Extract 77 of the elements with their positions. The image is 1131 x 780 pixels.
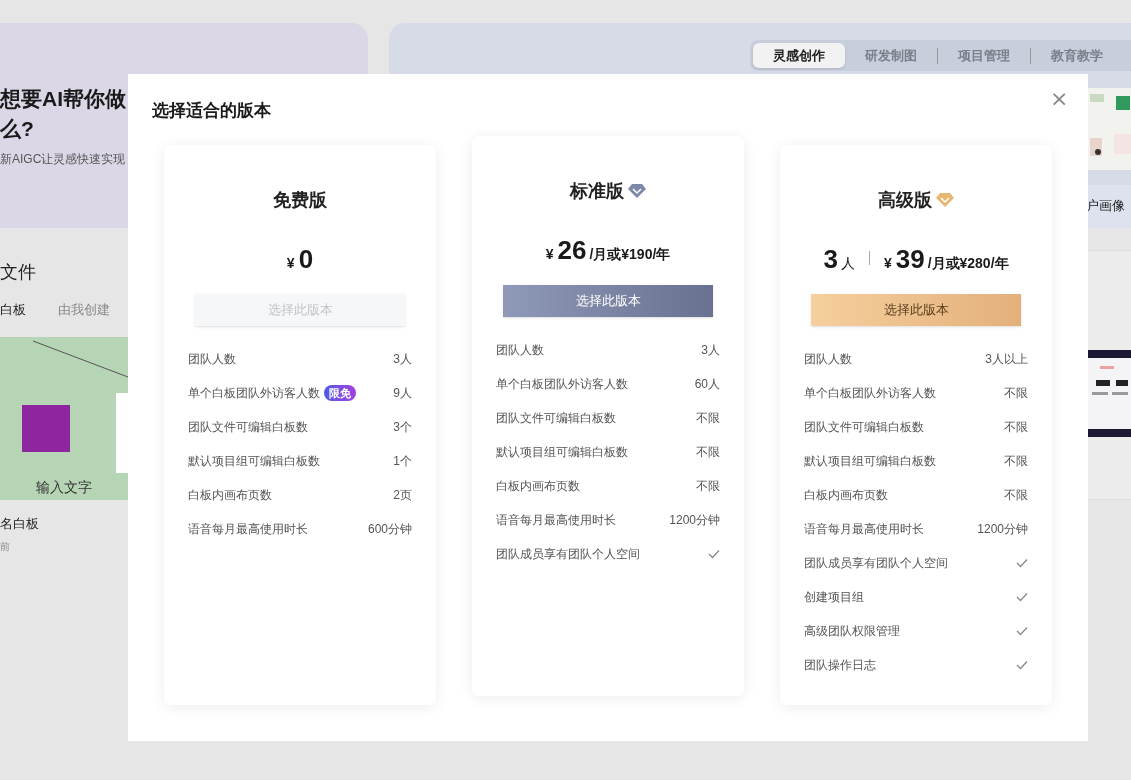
feature-value: 1个 — [393, 453, 412, 470]
feature-label: 团队成员享有团队个人空间 — [496, 546, 640, 563]
feature-value: 不限 — [1004, 453, 1028, 470]
board-name: 名白板 — [0, 515, 39, 533]
template-tab[interactable]: 灵感创作 — [753, 43, 845, 68]
feature-label: 默认项目组可编辑白板数 — [804, 453, 936, 470]
price-period: /月或¥190/年 — [589, 245, 671, 264]
feature-value: 不限 — [1004, 487, 1028, 504]
feature-label: 语音每月最高使用时长 — [188, 521, 308, 538]
feature-label: 默认项目组可编辑白板数 — [188, 453, 320, 470]
feature-value: 9人 — [393, 385, 412, 402]
diamond-icon — [628, 183, 646, 199]
feature-label: 语音每月最高使用时长 — [804, 521, 924, 538]
board-thumbnail[interactable]: 输入文字 — [0, 337, 128, 500]
plan-name: 高级版 — [878, 188, 932, 212]
feature-label: 团队人数 — [188, 351, 236, 368]
currency-sign: ¥ — [545, 245, 554, 264]
feature-value: 不限 — [696, 478, 720, 495]
feature-value: 1200分钟 — [977, 521, 1028, 538]
canvas-shape — [22, 405, 70, 452]
feature-value: 3人 — [701, 342, 720, 359]
feature-label: 团队文件可编辑白板数 — [804, 419, 924, 436]
feature-label: 白板内画布页数 — [496, 478, 580, 495]
feature-value: 60人 — [694, 376, 720, 393]
seat-count: 3 — [823, 243, 838, 276]
template-tab[interactable]: 项目管理 — [938, 43, 1030, 68]
template-tab[interactable]: 研发制图 — [845, 43, 937, 68]
feature-label: 白板内画布页数 — [804, 487, 888, 504]
banner-title: 么? — [0, 116, 35, 142]
feature-value: 不限 — [696, 444, 720, 461]
feature-label: 团队成员享有团队个人空间 — [804, 555, 948, 572]
feature-label: 高级团队权限管理 — [804, 623, 900, 640]
price-amount: 39 — [895, 243, 925, 276]
price-amount: 0 — [298, 243, 314, 276]
feature-value: 不限 — [1004, 385, 1028, 402]
filter-tab[interactable]: 由我创建 — [58, 300, 110, 320]
feature-label: 团队人数 — [804, 351, 852, 368]
feature-value: 3人 — [393, 351, 412, 368]
feature-label: 白板内画布页数 — [188, 487, 272, 504]
board-time: 前 — [0, 540, 10, 554]
feature-label: 团队文件可编辑白板数 — [496, 410, 616, 427]
promo-badge: 限免 — [324, 385, 356, 401]
feature-label: 团队人数 — [496, 342, 544, 359]
seat-unit: 人 — [840, 254, 855, 273]
section-heading: 文件 — [0, 261, 36, 284]
feature-label: 语音每月最高使用时长 — [496, 512, 616, 529]
plan-name: 免费版 — [273, 188, 327, 212]
dialog-title: 选择适合的版本 — [152, 100, 271, 122]
feature-label: 单个白板团队外访客人数 — [804, 385, 936, 402]
feature-value: 3个 — [393, 419, 412, 436]
banner-title: 想要AI帮你做 — [0, 86, 126, 112]
diamond-icon — [936, 192, 954, 208]
feature-label: 团队操作日志 — [804, 657, 876, 674]
feature-value: 600分钟 — [367, 521, 412, 538]
feature-label: 单个白板团队外访客人数 — [188, 385, 320, 402]
price-period: /月或¥280/年 — [927, 254, 1009, 273]
currency-sign: ¥ — [286, 254, 295, 273]
banner-subtitle: 新AIGC让灵感快速实现 — [0, 151, 126, 168]
plan-name: 标准版 — [570, 179, 624, 203]
canvas-text: 输入文字 — [36, 478, 92, 497]
template-tab[interactable]: 教育教学 — [1031, 43, 1123, 68]
currency-sign: ¥ — [883, 254, 892, 273]
feature-label: 默认项目组可编辑白板数 — [496, 444, 628, 461]
feature-label: 团队文件可编辑白板数 — [188, 419, 308, 436]
close-button[interactable]: × — [1050, 88, 1069, 110]
filter-tab[interactable]: 白板 — [0, 300, 26, 320]
select-plan-button[interactable]: 选择此版本 — [811, 294, 1021, 326]
feature-value: 不限 — [1004, 419, 1028, 436]
feature-value: 2页 — [393, 487, 412, 504]
feature-value: 不限 — [696, 410, 720, 427]
feature-label: 单个白板团队外访客人数 — [496, 376, 628, 393]
select-plan-button[interactable]: 选择此版本 — [503, 285, 713, 317]
feature-value: 3人以上 — [985, 351, 1028, 368]
price-amount: 26 — [557, 234, 587, 267]
feature-label: 创建项目组 — [804, 589, 864, 606]
template-caption: 户画像 — [1086, 197, 1125, 215]
feature-value: 1200分钟 — [669, 512, 720, 529]
